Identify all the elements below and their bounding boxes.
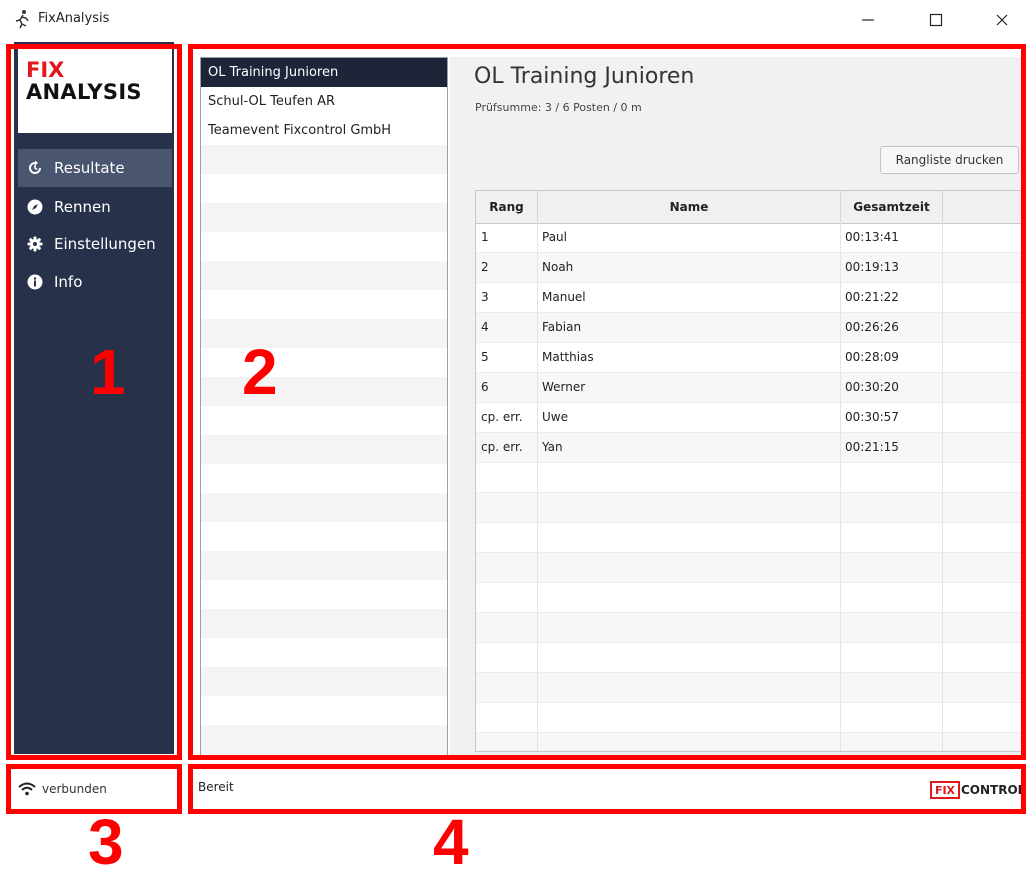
- close-button[interactable]: [982, 6, 1022, 34]
- runner-icon: [12, 9, 32, 29]
- annotation-number-2: 2: [242, 336, 278, 408]
- annotation-frame-2: [188, 44, 1026, 760]
- annotation-number-4: 4: [433, 806, 469, 878]
- annotation-frame-4: [188, 764, 1026, 814]
- maximize-button[interactable]: [916, 6, 956, 34]
- annotation-number-1: 1: [90, 336, 126, 408]
- maximize-icon: [929, 13, 943, 27]
- minimize-button[interactable]: [848, 6, 888, 34]
- window-title: FixAnalysis: [38, 11, 110, 26]
- close-icon: [996, 14, 1008, 26]
- minimize-icon: [862, 19, 874, 21]
- annotation-number-3: 3: [88, 806, 124, 878]
